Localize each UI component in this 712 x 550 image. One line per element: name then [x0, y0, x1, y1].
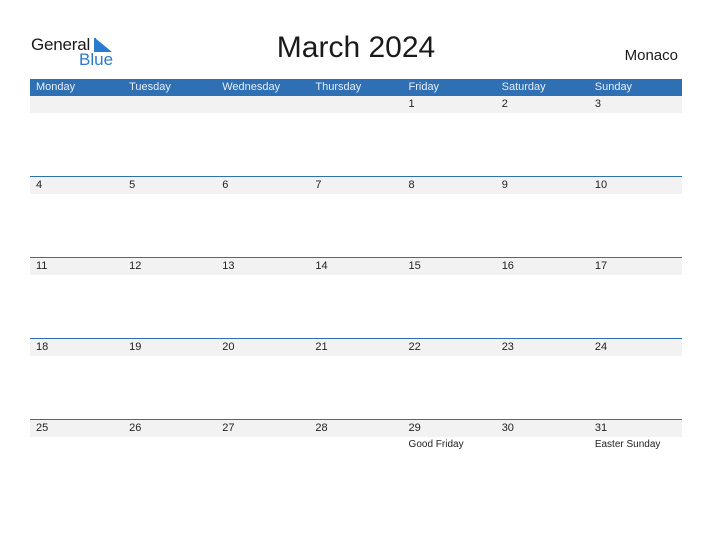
day-cell: 31 Easter Sunday	[589, 420, 682, 501]
day-cell: 24	[589, 339, 682, 420]
weekday-header: Monday Tuesday Wednesday Thursday Friday…	[30, 79, 682, 96]
day-number: 6	[222, 179, 229, 191]
day-cell: 6	[216, 177, 309, 258]
day-cell: 5	[123, 177, 216, 258]
day-number: 23	[501, 341, 514, 353]
day-cell: 12	[123, 258, 216, 339]
day-number: 20	[222, 341, 235, 353]
day-number: 28	[315, 422, 328, 434]
weekday-wednesday: Wednesday	[222, 81, 281, 93]
weekday-thursday: Thursday	[315, 81, 362, 93]
day-number: 14	[315, 260, 328, 272]
day-cell: 28	[309, 420, 402, 501]
day-number: 8	[408, 179, 415, 191]
week-row: 18 19 20 21 22 23 24	[30, 338, 682, 420]
week-row: 11 12 13 14 15 16 17	[30, 257, 682, 339]
day-number: 9	[501, 179, 508, 191]
day-number: 16	[501, 260, 514, 272]
day-number: 24	[594, 341, 608, 353]
day-number: 29	[408, 422, 421, 434]
day-number: 21	[315, 341, 328, 353]
page-title: March 2024	[276, 31, 436, 64]
day-number: 17	[594, 260, 608, 272]
day-cell: 8	[403, 177, 496, 258]
week-row: 1 2 3	[30, 96, 682, 177]
holiday-label: Easter Sunday	[594, 439, 661, 450]
week-row: 25 26 27 28 29 Good Friday 30 31 Easter Sunday	[30, 419, 682, 501]
weekday-sunday: Sunday	[594, 81, 633, 93]
weekday-saturday: Saturday	[501, 81, 546, 93]
day-cell: 18	[30, 339, 123, 420]
day-number: 18	[36, 341, 49, 353]
day-cell: 25	[30, 420, 123, 501]
day-cell: 27	[216, 420, 309, 501]
day-number: 25	[36, 422, 49, 434]
holiday-label: Good Friday	[408, 439, 464, 450]
day-number: 4	[36, 179, 43, 191]
day-number: 13	[222, 260, 235, 272]
day-cell: 10	[589, 177, 682, 258]
day-cell	[123, 96, 216, 177]
day-cell	[309, 96, 402, 177]
day-cell	[216, 96, 309, 177]
day-cell: 3	[589, 96, 682, 177]
day-number: 2	[501, 98, 508, 110]
day-number: 11	[36, 260, 48, 272]
weekday-friday: Friday	[408, 81, 440, 93]
day-cell: 14	[309, 258, 402, 339]
day-cell: 1	[403, 96, 496, 177]
day-cell: 26	[123, 420, 216, 501]
day-cell: 29 Good Friday	[403, 420, 496, 501]
week-row: 4 5 6 7 8 9 10	[30, 176, 682, 258]
day-number: 10	[594, 179, 608, 191]
day-cell	[30, 96, 123, 177]
day-number: 12	[129, 260, 142, 272]
day-cell: 15	[403, 258, 496, 339]
day-number: 7	[315, 179, 322, 191]
day-cell: 22	[403, 339, 496, 420]
day-cell: 17	[589, 258, 682, 339]
day-cell: 7	[309, 177, 402, 258]
weekday-monday: Monday	[36, 81, 76, 93]
day-cell: 30	[496, 420, 589, 501]
weekday-tuesday: Tuesday	[129, 81, 171, 93]
day-cell: 13	[216, 258, 309, 339]
day-cell: 2	[496, 96, 589, 177]
day-cell: 4	[30, 177, 123, 258]
day-number: 5	[129, 179, 136, 191]
day-number: 31	[594, 422, 608, 434]
day-cell: 11	[30, 258, 123, 339]
day-cell: 9	[496, 177, 589, 258]
day-cell: 23	[496, 339, 589, 420]
day-number: 27	[222, 422, 235, 434]
day-cell: 20	[216, 339, 309, 420]
day-number: 15	[408, 260, 421, 272]
country-label: Monaco	[624, 47, 678, 64]
day-number: 26	[129, 422, 142, 434]
day-number: 22	[408, 341, 421, 353]
day-number: 1	[408, 98, 415, 110]
day-number: 30	[501, 422, 514, 434]
day-cell: 16	[496, 258, 589, 339]
day-cell: 21	[309, 339, 402, 420]
day-number: 19	[129, 341, 142, 353]
day-number: 3	[594, 98, 601, 110]
day-cell: 19	[123, 339, 216, 420]
